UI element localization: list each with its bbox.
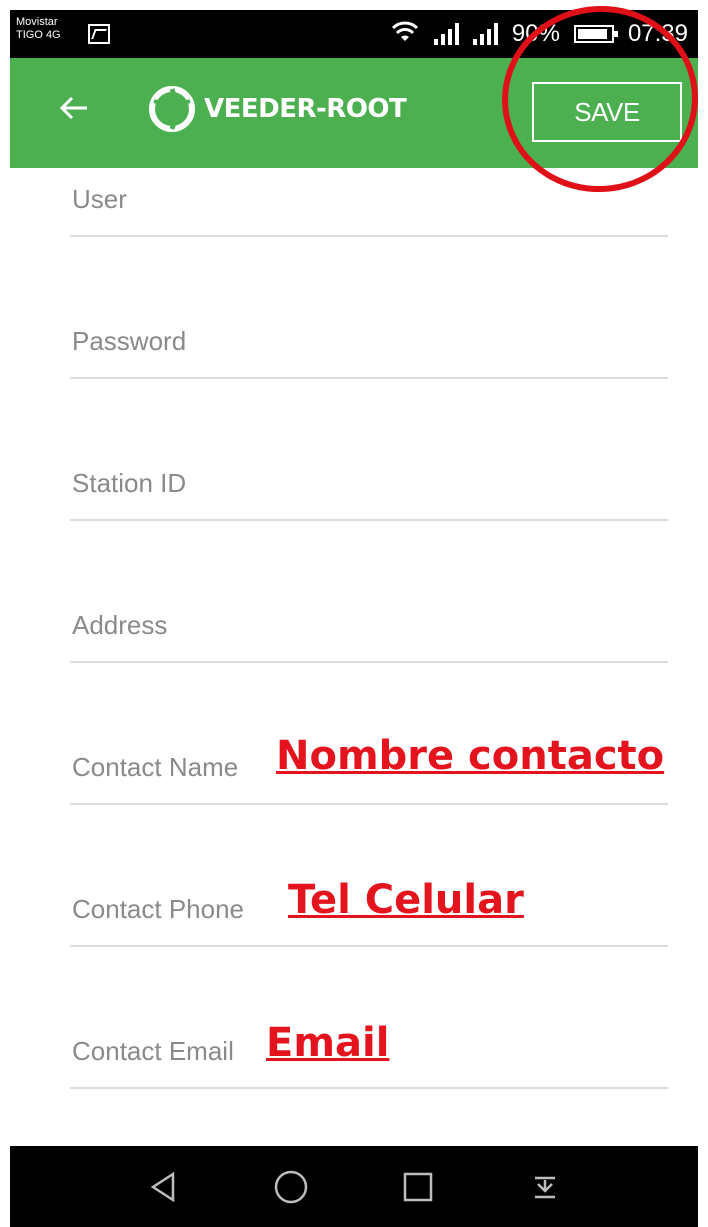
logo-text: VEEDER-ROOT xyxy=(204,94,407,124)
address-field[interactable]: Address xyxy=(70,601,668,663)
user-field[interactable]: User xyxy=(70,175,668,237)
pull-down-icon[interactable] xyxy=(520,1162,570,1212)
signal-icon-2 xyxy=(472,23,498,45)
annotation-contact-phone: Tel Celular xyxy=(288,877,524,923)
annotation-contact-name: Nombre contacto xyxy=(276,733,665,779)
circle-home-icon[interactable] xyxy=(266,1162,316,1212)
clock: 07:39 xyxy=(627,20,688,47)
carrier-info: Movistar TIGO 4G xyxy=(16,16,61,42)
triangle-back-icon[interactable] xyxy=(139,1162,189,1212)
status-icons: 90% 07:39 xyxy=(390,18,688,50)
status-bar: Movistar TIGO 4G 90% 07:39 xyxy=(10,10,698,58)
carrier-network: TIGO 4G xyxy=(16,29,61,41)
veeder-root-logo: VEEDER-ROOT xyxy=(148,84,407,134)
image-notification-icon xyxy=(88,24,110,44)
annotation-contact-email: Email xyxy=(266,1020,390,1066)
veeder-root-logo-icon xyxy=(149,86,195,132)
signal-icon-1 xyxy=(433,23,459,45)
battery-percent: 90% xyxy=(511,20,560,47)
system-nav-bar xyxy=(10,1146,698,1227)
station-id-field[interactable]: Station ID xyxy=(70,459,668,521)
square-recents-icon[interactable] xyxy=(393,1162,443,1212)
battery-icon xyxy=(573,25,618,43)
wifi-icon xyxy=(390,19,420,50)
password-field[interactable]: Password xyxy=(70,317,668,379)
arrow-left-icon[interactable] xyxy=(54,88,94,128)
app-toolbar: VEEDER-ROOT SAVE xyxy=(10,58,698,168)
save-button[interactable]: SAVE xyxy=(532,82,682,142)
carrier-name: Movistar xyxy=(16,16,58,28)
